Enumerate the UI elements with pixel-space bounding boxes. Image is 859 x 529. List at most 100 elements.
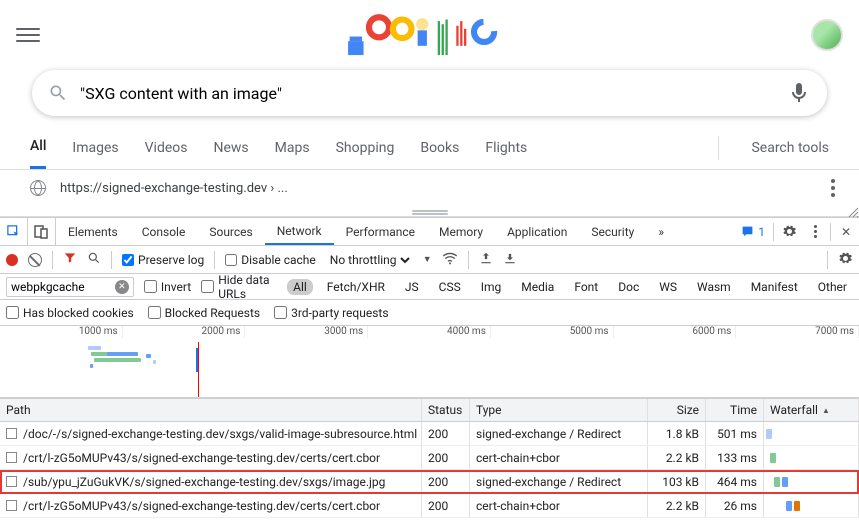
row-time: 26 ms	[706, 494, 764, 517]
tab-all[interactable]: All	[30, 126, 46, 169]
row-time: 501 ms	[706, 422, 764, 445]
hide-data-urls-checkbox[interactable]: Hide data URLs	[201, 273, 277, 301]
row-checkbox[interactable]	[6, 500, 17, 511]
filter-input-box[interactable]: ✕	[6, 277, 134, 297]
network-conditions-icon[interactable]	[442, 250, 458, 269]
row-size: 1.8 kB	[648, 422, 706, 445]
kebab-menu-icon[interactable]	[831, 179, 835, 197]
row-type: cert-chain+cbor	[470, 494, 648, 517]
panel-elements[interactable]: Elements	[56, 218, 130, 245]
blocked-requests-checkbox[interactable]: Blocked Requests	[148, 306, 260, 320]
export-har-icon[interactable]	[503, 251, 517, 268]
search-bar[interactable]	[32, 70, 827, 116]
search-result[interactable]: https://signed-exchange-testing.dev › ..…	[0, 170, 859, 206]
col-time[interactable]: Time	[706, 399, 764, 421]
dock-menu-icon[interactable]	[802, 218, 828, 245]
devtools-drag-handle[interactable]	[0, 206, 859, 216]
table-row[interactable]: /crt/l-zG5oMUPv43/s/signed-exchange-test…	[0, 494, 859, 518]
row-waterfall	[764, 470, 859, 493]
menu-icon[interactable]	[16, 23, 40, 47]
panel-performance[interactable]: Performance	[334, 218, 427, 245]
panel-application[interactable]: Application	[495, 218, 579, 245]
filter-type-other[interactable]: Other	[812, 279, 853, 295]
panel-memory[interactable]: Memory	[427, 218, 495, 245]
panel-network[interactable]: Network	[265, 218, 334, 245]
col-status[interactable]: Status	[422, 399, 470, 421]
filter-type-js[interactable]: JS	[399, 279, 425, 295]
search-tabs: All Images Videos News Maps Shopping Books Flig…	[0, 126, 859, 170]
filter-type-wasm[interactable]: Wasm	[691, 279, 737, 295]
timeline-tick: 7000 ms	[736, 326, 859, 338]
tab-maps[interactable]: Maps	[275, 126, 310, 169]
preserve-log-checkbox[interactable]: Preserve log	[122, 253, 204, 267]
filter-type-media[interactable]: Media	[515, 279, 560, 295]
row-path: /doc/-/s/signed-exchange-testing.dev/sxg…	[23, 427, 417, 441]
tab-videos[interactable]: Videos	[145, 126, 188, 169]
filter-type-manifest[interactable]: Manifest	[745, 279, 804, 295]
filter-input[interactable]	[11, 280, 115, 294]
filter-type-ws[interactable]: WS	[653, 279, 683, 295]
tab-news[interactable]: News	[214, 126, 249, 169]
inspect-icon[interactable]	[0, 218, 28, 245]
filter-type-fetch-xhr[interactable]: Fetch/XHR	[321, 279, 391, 295]
col-path[interactable]: Path	[0, 399, 422, 421]
record-button[interactable]	[6, 254, 18, 266]
issues-button[interactable]: 1	[735, 225, 771, 239]
row-path: /crt/l-zG5oMUPv43/s/signed-exchange-test…	[23, 451, 380, 465]
import-har-icon[interactable]	[479, 251, 493, 268]
panel-console[interactable]: Console	[130, 218, 198, 245]
table-row[interactable]: /crt/l-zG5oMUPv43/s/signed-exchange-test…	[0, 446, 859, 470]
device-toggle-icon[interactable]	[28, 218, 56, 245]
row-path: /crt/l-zG5oMUPv43/s/signed-exchange-test…	[23, 499, 380, 513]
row-checkbox[interactable]	[6, 452, 17, 463]
globe-icon	[30, 180, 46, 196]
timeline-tick: 3000 ms	[245, 326, 368, 338]
network-table: Path Status Type Size Time Waterfall▲ /d…	[0, 398, 859, 518]
settings-icon[interactable]	[776, 218, 802, 245]
filter-icon[interactable]	[63, 251, 77, 268]
filter-type-font[interactable]: Font	[568, 279, 604, 295]
network-toolbar: Preserve log Disable cache No throttling…	[0, 246, 859, 274]
tab-books[interactable]: Books	[420, 126, 459, 169]
user-avatar[interactable]	[811, 19, 843, 51]
row-checkbox[interactable]	[6, 476, 17, 487]
col-waterfall[interactable]: Waterfall▲	[764, 399, 859, 421]
filter-type-all[interactable]: All	[287, 279, 313, 295]
third-party-checkbox[interactable]: 3rd-party requests	[274, 306, 388, 320]
search-icon	[48, 83, 68, 103]
network-timeline[interactable]: 1000 ms2000 ms3000 ms4000 ms5000 ms6000 …	[0, 326, 859, 398]
search-tools[interactable]: Search tools	[751, 126, 829, 169]
filter-type-img[interactable]: Img	[475, 279, 508, 295]
table-row[interactable]: /doc/-/s/signed-exchange-testing.dev/sxg…	[0, 422, 859, 446]
panel-security[interactable]: Security	[579, 218, 646, 245]
network-settings-icon[interactable]	[838, 251, 853, 269]
timeline-tick: 2000 ms	[123, 326, 246, 338]
row-status: 200	[422, 494, 470, 517]
tab-images[interactable]: Images	[72, 126, 118, 169]
blocked-cookies-checkbox[interactable]: Has blocked cookies	[6, 306, 134, 320]
close-devtools-icon[interactable]: ✕	[833, 218, 859, 245]
table-header[interactable]: Path Status Type Size Time Waterfall▲	[0, 398, 859, 422]
network-filter-row2: Has blocked cookies Blocked Requests 3rd…	[0, 300, 859, 326]
row-size: 2.2 kB	[648, 446, 706, 469]
invert-checkbox[interactable]: Invert	[144, 280, 191, 294]
clear-button[interactable]	[28, 253, 42, 267]
col-size[interactable]: Size	[648, 399, 706, 421]
throttling-select[interactable]: No throttling	[326, 252, 413, 268]
tab-flights[interactable]: Flights	[485, 126, 527, 169]
search-input[interactable]	[80, 84, 787, 103]
row-checkbox[interactable]	[6, 428, 17, 439]
mic-icon[interactable]	[787, 81, 811, 105]
filter-type-css[interactable]: CSS	[433, 279, 467, 295]
devtools-tabs: ElementsConsoleSourcesNetworkPerformance…	[0, 218, 859, 246]
search-network-icon[interactable]	[87, 251, 101, 268]
tab-shopping[interactable]: Shopping	[336, 126, 395, 169]
google-doodle-logo[interactable]	[16, 8, 843, 62]
panel-sources[interactable]: Sources	[197, 218, 264, 245]
filter-type-doc[interactable]: Doc	[612, 279, 645, 295]
disable-cache-checkbox[interactable]: Disable cache	[225, 253, 316, 267]
more-panels-icon[interactable]: »	[646, 218, 676, 245]
col-type[interactable]: Type	[470, 399, 648, 421]
table-row[interactable]: /sub/ypu_jZuGukVK/s/signed-exchange-test…	[0, 470, 859, 494]
clear-filter-icon[interactable]: ✕	[115, 280, 129, 294]
